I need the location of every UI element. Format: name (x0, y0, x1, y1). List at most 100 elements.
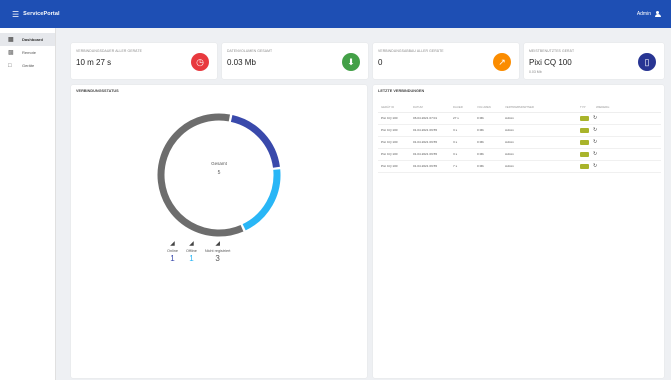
table-row[interactable]: Pixi CQ 100 01.04.2021 09:55 3 s 0 Mb Ad… (378, 136, 661, 149)
stat-label: VERBINDUNGSABBAU ALLER GERÄTE (378, 49, 444, 53)
table-row[interactable]: Pixi CQ 100 01.04.2021 09:55 3 s 0 Mb Ad… (378, 124, 661, 137)
redo-icon[interactable]: ↻ (593, 151, 597, 157)
recent-connections-panel: LETZTE VERBINDUNGEN GERÄT ID DATUM DAUER… (373, 85, 664, 378)
table-header-row: GERÄT ID DATUM DAUER VOLUMEN VERTRIEBSPA… (378, 102, 661, 113)
legend-value: 1 (189, 254, 194, 263)
redo-icon[interactable]: ↻ (593, 127, 597, 133)
legend-value: 3 (215, 254, 220, 263)
status-legend: ◢ Online 1 ◢ Offline 1 ◢ Nicht registrie… (167, 241, 238, 263)
stat-card-top-device: MEISTBENUTZTES GERÄT Pixi CQ 100 0.03 Mb… (524, 43, 664, 79)
stat-label: MEISTBENUTZTES GERÄT (529, 49, 575, 53)
sidebar-item-label: Remote (22, 50, 37, 55)
column-header[interactable]: TYP (577, 102, 593, 113)
panel-title: VERBINDUNGSSTATUS (76, 89, 119, 93)
cell-partner: Admin (502, 112, 577, 125)
legend-item-unregistered: ◢ Nicht registriert 3 (205, 241, 231, 263)
redo-icon[interactable]: ↻ (593, 115, 597, 121)
sidebar: ▦ Dashboard ▩ Remote □ Geräte (0, 28, 56, 380)
user-name[interactable]: Admin (637, 11, 651, 17)
cell-device: Pixi CQ 100 (378, 148, 410, 161)
column-header[interactable]: VERTRIEBSPARTNER (502, 102, 577, 113)
cell-volume: 0 Mb (474, 112, 502, 125)
cell-device: Pixi CQ 100 (378, 112, 410, 125)
remote-icon: ▩ (8, 50, 14, 56)
donut-center-label: Gesamt (211, 161, 227, 166)
stat-value: 10 m 27 s (76, 58, 112, 67)
stat-value: Pixi CQ 100 (529, 58, 572, 67)
dashboard-icon: ▦ (8, 37, 14, 43)
cell-partner: Admin (502, 160, 577, 173)
signal-icon: ◢ (170, 241, 175, 247)
cell-device: Pixi CQ 100 (378, 160, 410, 173)
type-chip (580, 163, 589, 169)
cell-device: Pixi CQ 100 (378, 124, 410, 137)
type-chip (580, 139, 589, 145)
type-chip (580, 127, 589, 133)
column-header[interactable]: DAUER (450, 102, 474, 113)
column-header[interactable]: GERÄT ID (378, 102, 410, 113)
trend-icon: ↗ (493, 53, 511, 71)
donut-slice-offline[interactable] (242, 169, 281, 231)
legend-value: 1 (170, 254, 175, 263)
stat-sub: 0.03 Mb (529, 70, 542, 74)
cell-volume: 0 Mb (474, 124, 502, 137)
cell-partner: Admin (502, 124, 577, 137)
donut-center-value: 5 (217, 170, 221, 176)
sidebar-item-label: Geräte (22, 63, 35, 68)
timer-icon: ◷ (191, 53, 209, 71)
device-icon: ▯ (638, 53, 656, 71)
table-row[interactable]: Pixi CQ 100 01.04.2021 09:55 7 s 0 Mb Ad… (378, 160, 661, 173)
stat-card-duration: VERBINDUNGSDAUER ALLER GERÄTE 10 m 27 s … (71, 43, 217, 79)
panel-title: LETZTE VERBINDUNGEN (378, 89, 425, 93)
app-bar: ☰ ServicePortal Admin (0, 0, 671, 28)
cell-device: Pixi CQ 100 (378, 136, 410, 149)
cell-duration: 27 s (450, 112, 474, 125)
cell-partner: Admin (502, 136, 577, 149)
cell-duration: 7 s (450, 160, 474, 173)
table-row[interactable]: Pixi CQ 100 06.04.2021 07:01 27 s 0 Mb A… (378, 112, 661, 125)
cell-duration: 3 s (450, 136, 474, 149)
connection-status-panel: VERBINDUNGSSTATUS Gesamt 5 ◢ Online 1 ◢ … (71, 85, 367, 378)
column-header[interactable]: WIEDERH. (593, 102, 661, 113)
stat-card-volume: DATENVOLUMEN GESAMT 0.03 Mb ⬇ (222, 43, 368, 79)
user-icon[interactable] (654, 10, 661, 18)
column-header[interactable]: DATUM (410, 102, 450, 113)
sidebar-item-label: Dashboard (22, 37, 43, 42)
menu-icon[interactable]: ☰ (12, 10, 19, 19)
stat-label: DATENVOLUMEN GESAMT (227, 49, 273, 53)
redo-icon[interactable]: ↻ (593, 139, 597, 145)
cell-volume: 0 Mb (474, 148, 502, 161)
download-icon: ⬇ (342, 53, 360, 71)
cell-date: 01.04.2021 09:55 (410, 160, 450, 173)
sidebar-item-remote[interactable]: ▩ Remote (0, 46, 55, 59)
cell-date: 01.04.2021 09:55 (410, 124, 450, 137)
redo-icon[interactable]: ↻ (593, 163, 597, 169)
connections-table: GERÄT ID DATUM DAUER VOLUMEN VERTRIEBSPA… (378, 102, 661, 173)
cell-volume: 0 Mb (474, 160, 502, 173)
status-donut: Gesamt 5 (154, 110, 284, 240)
cell-duration: 3 s (450, 124, 474, 137)
cell-date: 06.04.2021 07:01 (410, 112, 450, 125)
devices-icon: □ (8, 62, 12, 69)
cell-date: 01.04.2021 09:55 (410, 148, 450, 161)
legend-item-offline: ◢ Offline 1 (186, 241, 197, 263)
signal-icon: ◢ (215, 241, 220, 247)
column-header[interactable]: VOLUMEN (474, 102, 502, 113)
stat-card-disconnects: VERBINDUNGSABBAU ALLER GERÄTE 0 ↗ (373, 43, 519, 79)
type-chip (580, 115, 589, 121)
cell-partner: Admin (502, 148, 577, 161)
donut-slice-online[interactable] (230, 114, 280, 168)
stat-value: 0 (378, 58, 383, 67)
cell-duration: 3 s (450, 148, 474, 161)
stat-label: VERBINDUNGSDAUER ALLER GERÄTE (76, 49, 143, 53)
signal-icon: ◢ (189, 241, 194, 247)
cell-volume: 0 Mb (474, 136, 502, 149)
table-row[interactable]: Pixi CQ 100 01.04.2021 09:55 3 s 0 Mb Ad… (378, 148, 661, 161)
sidebar-item-dashboard[interactable]: ▦ Dashboard (0, 33, 55, 46)
stat-value: 0.03 Mb (227, 58, 256, 67)
type-chip (580, 151, 589, 157)
app-title: ServicePortal (23, 11, 60, 17)
sidebar-item-devices[interactable]: □ Geräte (0, 59, 55, 72)
legend-item-online: ◢ Online 1 (167, 241, 178, 263)
cell-date: 01.04.2021 09:55 (410, 136, 450, 149)
